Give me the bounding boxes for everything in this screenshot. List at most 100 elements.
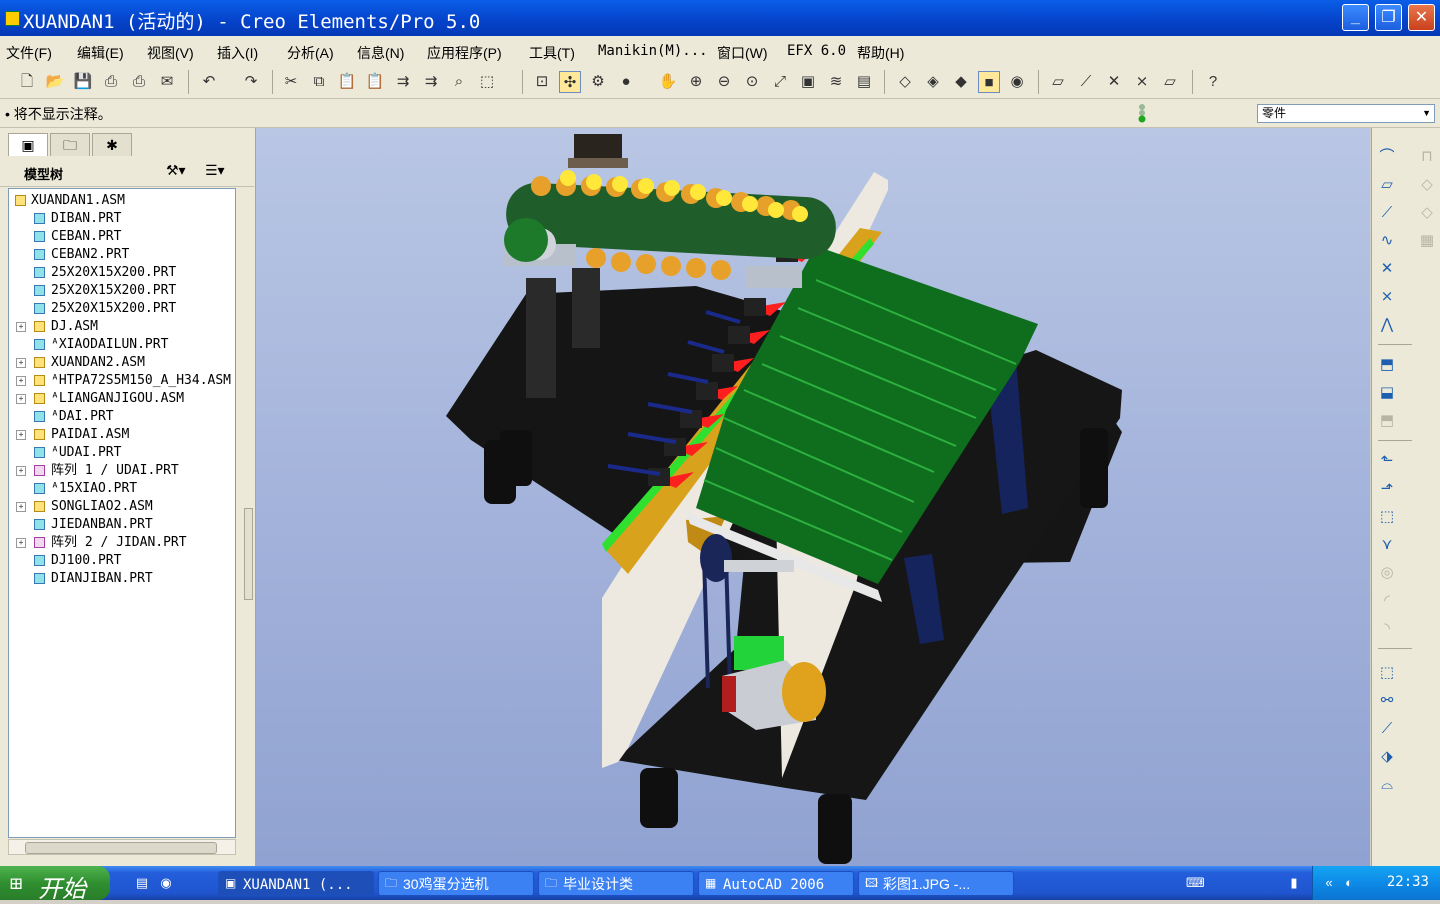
expand-icon[interactable]: + <box>16 358 26 368</box>
tree-item[interactable]: + ᴬHTPA72S5M150_A_H34.ASM <box>9 372 235 390</box>
view-manager-icon[interactable]: ▤ <box>853 71 875 93</box>
enhanced-realism-icon[interactable]: ◉ <box>1006 71 1028 93</box>
minimize-button[interactable]: _ <box>1342 4 1369 31</box>
tab-model-tree[interactable]: ▣ <box>8 133 48 156</box>
annotation-display-icon[interactable]: ▱ <box>1159 71 1181 93</box>
tray-expand-icon[interactable]: « <box>1321 875 1337 891</box>
tree-item[interactable]: CEBAN.PRT <box>9 228 235 246</box>
menu-insert[interactable]: 插入(I) <box>217 43 258 63</box>
tree-settings-icon[interactable]: ⚒▾ <box>166 162 186 179</box>
menu-window[interactable]: 窗口(W) <box>717 43 768 63</box>
datum-planes-icon[interactable]: ▱ <box>1047 71 1069 93</box>
expand-icon[interactable]: + <box>16 322 26 332</box>
tree-columns-icon[interactable]: ☰▾ <box>205 162 225 179</box>
select-box-icon[interactable]: ⬚ <box>476 71 498 93</box>
close-button[interactable]: ✕ <box>1408 4 1435 31</box>
expand-icon[interactable]: + <box>16 394 26 404</box>
menu-efx[interactable]: EFX 6.0 <box>787 43 846 59</box>
tree-item[interactable]: + SONGLIAO2.ASM <box>9 498 235 516</box>
hidden-line-icon[interactable]: ◈ <box>922 71 944 93</box>
tree-item[interactable]: ᴬUDAI.PRT <box>9 444 235 462</box>
add-component-icon[interactable]: ⬒ <box>1376 354 1398 376</box>
tree-horizontal-scrollbar[interactable] <box>8 839 236 855</box>
find-icon[interactable]: ⌕ <box>448 71 470 93</box>
tree-item[interactable]: 25X20X15X200.PRT <box>9 264 235 282</box>
shading-icon[interactable]: ■ <box>978 71 1000 93</box>
appearance-icon[interactable]: ● <box>615 71 637 93</box>
tree-item[interactable]: 25X20X15X200.PRT <box>9 300 235 318</box>
datum-axes-icon[interactable]: ⟋ <box>1075 71 1097 93</box>
tab-folder-browser[interactable]: 🗀 <box>50 133 90 156</box>
menu-applications[interactable]: 应用程序(P) <box>427 43 502 63</box>
task-autocad[interactable]: ▦ AutoCAD 2006 <box>698 871 854 896</box>
save-icon[interactable]: 💾 <box>72 71 94 93</box>
draft-icon[interactable]: ⚯ <box>1376 690 1398 712</box>
datum-points-icon[interactable]: ✕ <box>1103 71 1125 93</box>
menu-tools[interactable]: 工具(T) <box>529 43 575 63</box>
tree-item[interactable]: XUANDAN1.ASM <box>9 192 235 210</box>
expand-icon[interactable]: + <box>16 502 26 512</box>
tree-item[interactable]: + XUANDAN2.ASM <box>9 354 235 372</box>
pan-icon[interactable]: ✋ <box>657 71 679 93</box>
datum-plane-icon[interactable]: ▱ <box>1376 174 1398 196</box>
task-folder-graduation[interactable]: 🗀 毕业设计类 <box>538 871 694 896</box>
menu-help[interactable]: 帮助(H) <box>857 43 904 63</box>
tree-item[interactable]: ᴬ15XIAO.PRT <box>9 480 235 498</box>
expand-icon[interactable]: + <box>16 466 26 476</box>
tree-item[interactable]: + DJ.ASM <box>9 318 235 336</box>
tree-item[interactable]: + 阵列 2 / JIDAN.PRT <box>9 534 235 552</box>
tree-item[interactable]: DIBAN.PRT <box>9 210 235 228</box>
analysis-feature-icon[interactable]: ⋀ <box>1376 314 1398 336</box>
open-file-icon[interactable]: 📂 <box>44 71 66 93</box>
tree-item[interactable]: JIEDANBAN.PRT <box>9 516 235 534</box>
tab-favorites[interactable]: ✱ <box>92 133 132 156</box>
regenerate-icon[interactable]: ⇉ <box>392 71 414 93</box>
create-component-icon[interactable]: ⬓ <box>1376 382 1398 404</box>
print-preview-icon[interactable]: ⎙ <box>128 71 150 93</box>
tree-item[interactable]: DJ100.PRT <box>9 552 235 570</box>
start-button[interactable]: ⊞ 开始 <box>0 866 110 903</box>
task-folder-egg-sorter[interactable]: 🗀 30鸡蛋分选机 <box>378 871 534 896</box>
repaint-icon[interactable]: ⊡ <box>531 71 553 93</box>
paste-special-icon[interactable]: 📋 <box>364 71 386 93</box>
expand-icon[interactable]: + <box>16 430 26 440</box>
boundary-blend-icon[interactable]: ⬗ <box>1376 746 1398 768</box>
tree-item[interactable]: CEBAN2.PRT <box>9 246 235 264</box>
blend-icon[interactable]: ⋎ <box>1376 534 1398 556</box>
spin-center-icon[interactable]: ✣ <box>559 71 581 93</box>
clock[interactable]: 22:33 <box>1387 874 1429 890</box>
browser-icon[interactable]: ◉ <box>158 875 174 891</box>
sweep-icon[interactable]: ⬚ <box>1376 506 1398 528</box>
style-icon[interactable]: ⌓ <box>1376 774 1398 796</box>
menu-edit[interactable]: 编辑(E) <box>77 43 124 63</box>
print-icon[interactable]: ⎙ <box>100 71 122 93</box>
graphics-window[interactable] <box>256 128 1370 866</box>
layers-icon[interactable]: ≋ <box>825 71 847 93</box>
menu-analysis[interactable]: 分析(A) <box>287 43 334 63</box>
coordinate-systems-icon[interactable]: ⨯ <box>1131 71 1153 93</box>
copy-icon[interactable]: ⧉ <box>308 71 330 93</box>
expand-icon[interactable]: + <box>16 538 26 548</box>
rib-icon[interactable]: ⟋ <box>1376 718 1398 740</box>
assembly-3d-model[interactable] <box>256 128 1370 866</box>
menu-file[interactable]: 文件(F) <box>6 43 52 63</box>
context-help-icon[interactable]: ? <box>1202 71 1224 93</box>
menu-manikin[interactable]: Manikin(M)... <box>598 43 708 59</box>
show-desktop-icon[interactable]: ▤ <box>134 875 150 891</box>
task-creo[interactable]: ▣ XUANDAN1 (... <box>218 871 374 896</box>
paste-icon[interactable]: 📋 <box>336 71 358 93</box>
usb-icon[interactable]: ▮ <box>1286 875 1302 891</box>
tree-item[interactable]: ᴬXIAODAILUN.PRT <box>9 336 235 354</box>
datum-curve-icon[interactable]: ∿ <box>1376 230 1398 252</box>
email-icon[interactable]: ✉ <box>156 71 178 93</box>
extrude-icon[interactable]: ⬑ <box>1376 450 1398 472</box>
model-tree[interactable]: XUANDAN1.ASM DIBAN.PRT CEBAN.PRT CEBAN2.PRT… <box>8 188 236 838</box>
saved-views-icon[interactable]: ▣ <box>797 71 819 93</box>
tree-item[interactable]: 25X20X15X200.PRT <box>9 282 235 300</box>
expand-icon[interactable]: + <box>16 376 26 386</box>
tree-item[interactable]: DIANJIBAN.PRT <box>9 570 235 588</box>
undo-icon[interactable]: ↶ <box>198 71 220 93</box>
menu-view[interactable]: 视图(V) <box>147 43 194 63</box>
redo-icon[interactable]: ↷ <box>240 71 262 93</box>
coordinate-system-icon[interactable]: ⨯ <box>1376 286 1398 308</box>
